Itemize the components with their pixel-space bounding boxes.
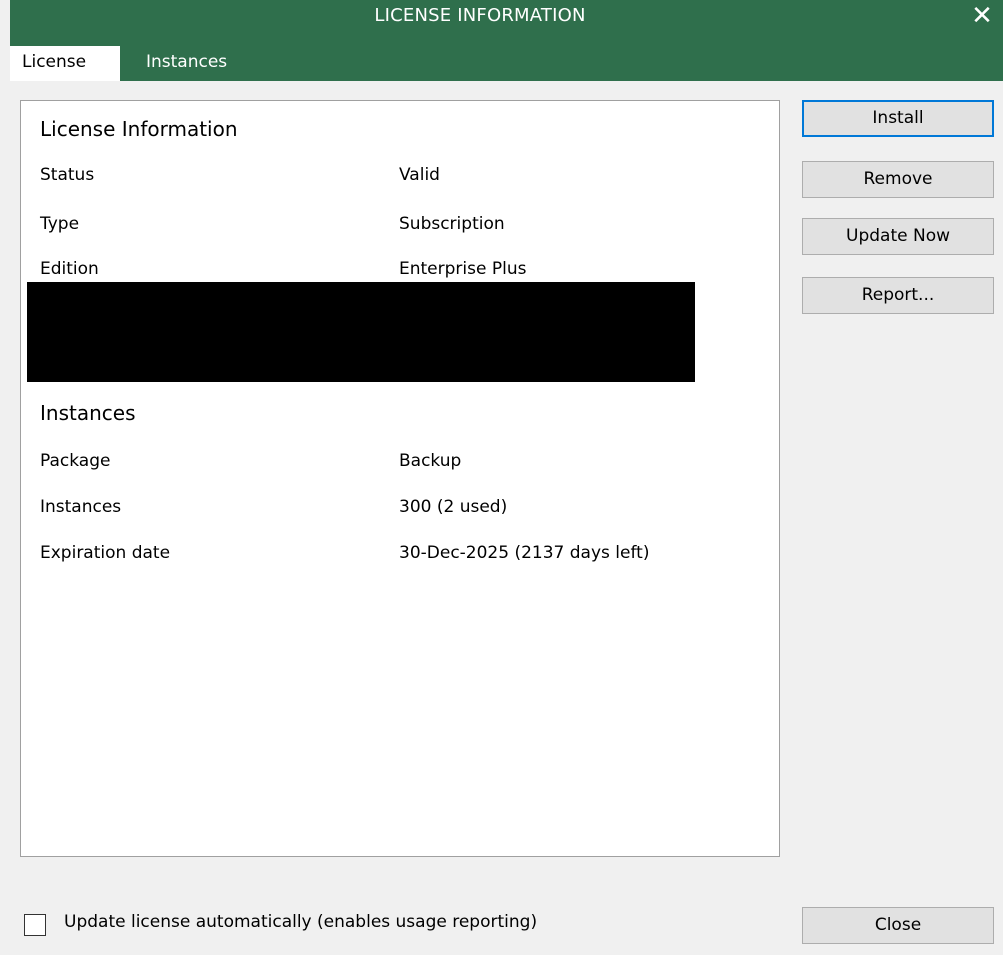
tab-instances[interactable]: Instances — [134, 46, 274, 81]
auto-update-label[interactable]: Update license automatically (enables us… — [64, 912, 537, 932]
edition-label: Edition — [40, 259, 99, 279]
title-bar: LICENSE INFORMATION ✕ — [10, 0, 1003, 36]
license-details-panel: License Information Status Valid Type Su… — [20, 100, 780, 857]
type-value: Subscription — [399, 214, 505, 234]
expiration-date-label: Expiration date — [40, 543, 171, 563]
close-button[interactable]: Close — [802, 907, 994, 944]
tab-strip: License Instances — [10, 36, 1003, 81]
update-now-button[interactable]: Update Now — [802, 218, 994, 255]
package-value: Backup — [399, 451, 462, 471]
close-icon[interactable]: ✕ — [969, 2, 995, 30]
type-label: Type — [40, 214, 80, 234]
license-dialog: LICENSE INFORMATION ✕ License Instances … — [0, 0, 1003, 955]
remove-button[interactable]: Remove — [802, 161, 994, 198]
report-button[interactable]: Report... — [802, 277, 994, 314]
dialog-title: LICENSE INFORMATION — [374, 5, 586, 26]
redacted-block — [27, 282, 695, 382]
edition-value: Enterprise Plus — [399, 259, 527, 279]
instances-heading: Instances — [40, 401, 136, 425]
instances-value: 300 (2 used) — [399, 497, 508, 517]
tab-license[interactable]: License — [10, 46, 120, 81]
auto-update-checkbox[interactable] — [24, 914, 46, 936]
install-button[interactable]: Install — [802, 100, 994, 137]
instances-label: Instances — [40, 497, 122, 517]
status-label: Status — [40, 165, 95, 185]
expiration-date-value: 30-Dec-2025 (2137 days left) — [399, 543, 650, 563]
license-information-heading: License Information — [40, 117, 238, 141]
status-value: Valid — [399, 165, 440, 185]
package-label: Package — [40, 451, 111, 471]
